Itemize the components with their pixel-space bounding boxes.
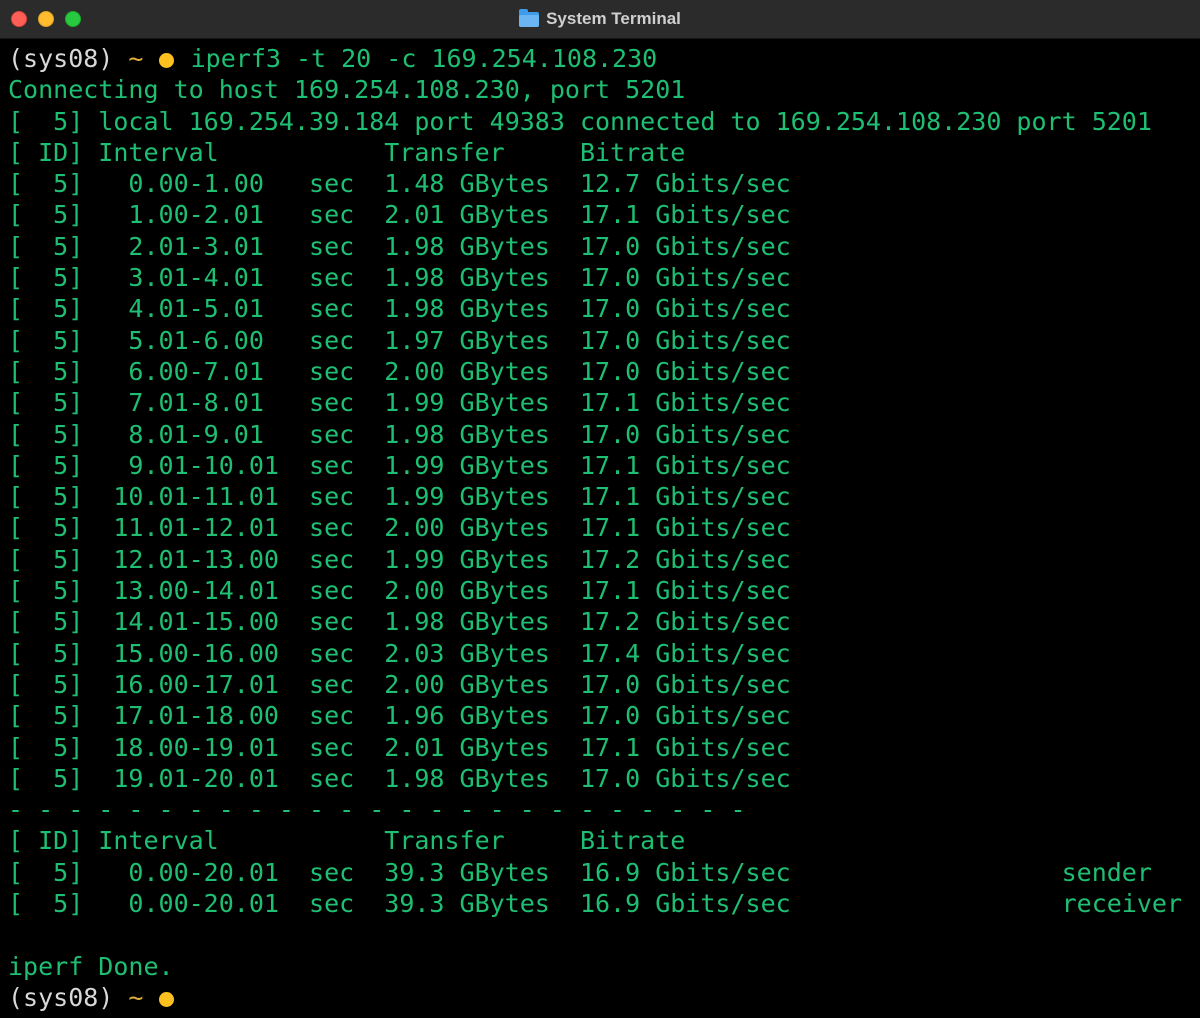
- interval-row: [ 5] 0.00-1.00 sec 1.48 GBytes 12.7 Gbit…: [8, 169, 791, 199]
- summary-row-sender: [ 5] 0.00-20.01 sec 39.3 GBytes 16.9 Gbi…: [8, 857, 1152, 887]
- interval-rows: [ 5] 0.00-1.00 sec 1.48 GBytes 12.7 Gbit…: [8, 168, 1198, 794]
- interval-row: [ 5] 10.01-11.01 sec 1.99 GBytes 17.1 Gb…: [8, 482, 791, 512]
- terminal-window: System Terminal (sys08) ~ iperf3 -t 20 -…: [0, 0, 1200, 1018]
- interval-row: [ 5] 1.00-2.01 sec 2.01 GBytes 17.1 Gbit…: [8, 200, 791, 230]
- interval-row: [ 5] 2.01-3.01 sec 1.98 GBytes 17.0 Gbit…: [8, 231, 791, 261]
- interval-row: [ 5] 8.01-9.01 sec 1.98 GBytes 17.0 Gbit…: [8, 419, 791, 449]
- separator-line: - - - - - - - - - - - - - - - - - - - - …: [8, 795, 746, 825]
- interval-row: [ 5] 19.01-20.01 sec 1.98 GBytes 17.0 Gb…: [8, 763, 791, 793]
- command-text: iperf3 -t 20 -c 169.254.108.230: [190, 44, 658, 73]
- table-header: [ ID] Interval Transfer Bitrate: [8, 137, 686, 167]
- interval-row: [ 5] 3.01-4.01 sec 1.98 GBytes 17.0 Gbit…: [8, 263, 791, 293]
- interval-row: [ 5] 4.01-5.01 sec 1.98 GBytes 17.0 Gbit…: [8, 294, 791, 324]
- output-connecting: Connecting to host 169.254.108.230, port…: [8, 75, 686, 105]
- interval-row: [ 5] 12.01-13.00 sec 1.99 GBytes 17.2 Gb…: [8, 544, 791, 574]
- prompt-user: (sys08): [8, 982, 114, 1012]
- active-prompt-line[interactable]: (sys08) ~: [8, 982, 1198, 1013]
- interval-row: [ 5] 18.00-19.01 sec 2.01 GBytes 17.1 Gb…: [8, 732, 791, 762]
- interval-row: [ 5] 6.00-7.01 sec 2.00 GBytes 17.0 Gbit…: [8, 356, 791, 386]
- interval-row: [ 5] 14.01-15.00 sec 1.98 GBytes 17.2 Gb…: [8, 607, 791, 637]
- prompt-tilde: ~: [128, 982, 144, 1012]
- interval-row: [ 5] 15.00-16.00 sec 2.03 GBytes 17.4 Gb…: [8, 638, 791, 668]
- prompt-status-dot-icon: [158, 991, 174, 1007]
- prompt-user: (sys08): [8, 44, 114, 73]
- interval-row: [ 5] 7.01-8.01 sec 1.99 GBytes 17.1 Gbit…: [8, 388, 791, 418]
- command-line: (sys08) ~ iperf3 -t 20 -c 169.254.108.23…: [8, 43, 1198, 74]
- interval-row: [ 5] 9.01-10.01 sec 1.99 GBytes 17.1 Gbi…: [8, 450, 791, 480]
- window-title-text: System Terminal: [546, 9, 681, 28]
- folder-icon: [519, 8, 540, 27]
- interval-row: [ 5] 11.01-12.01 sec 2.00 GBytes 17.1 Gb…: [8, 513, 791, 543]
- summary-row-receiver: [ 5] 0.00-20.01 sec 39.3 GBytes 16.9 Gbi…: [8, 889, 1182, 919]
- interval-row: [ 5] 5.01-6.00 sec 1.97 GBytes 17.0 Gbit…: [8, 325, 791, 355]
- output-done: iperf Done.: [8, 951, 174, 981]
- prompt-status-dot-icon: [158, 53, 174, 68]
- terminal-output[interactable]: (sys08) ~ iperf3 -t 20 -c 169.254.108.23…: [8, 43, 1198, 1018]
- prompt-tilde: ~: [128, 44, 144, 73]
- title-bar[interactable]: System Terminal: [0, 0, 1200, 39]
- summary-header: [ ID] Interval Transfer Bitrate: [8, 826, 686, 856]
- interval-row: [ 5] 16.00-17.01 sec 2.00 GBytes 17.0 Gb…: [8, 669, 791, 699]
- output-local: [ 5] local 169.254.39.184 port 49383 con…: [8, 106, 1152, 136]
- interval-row: [ 5] 13.00-14.01 sec 2.00 GBytes 17.1 Gb…: [8, 576, 791, 606]
- window-title: System Terminal: [0, 0, 1200, 38]
- interval-row: [ 5] 17.01-18.00 sec 1.96 GBytes 17.0 Gb…: [8, 701, 791, 731]
